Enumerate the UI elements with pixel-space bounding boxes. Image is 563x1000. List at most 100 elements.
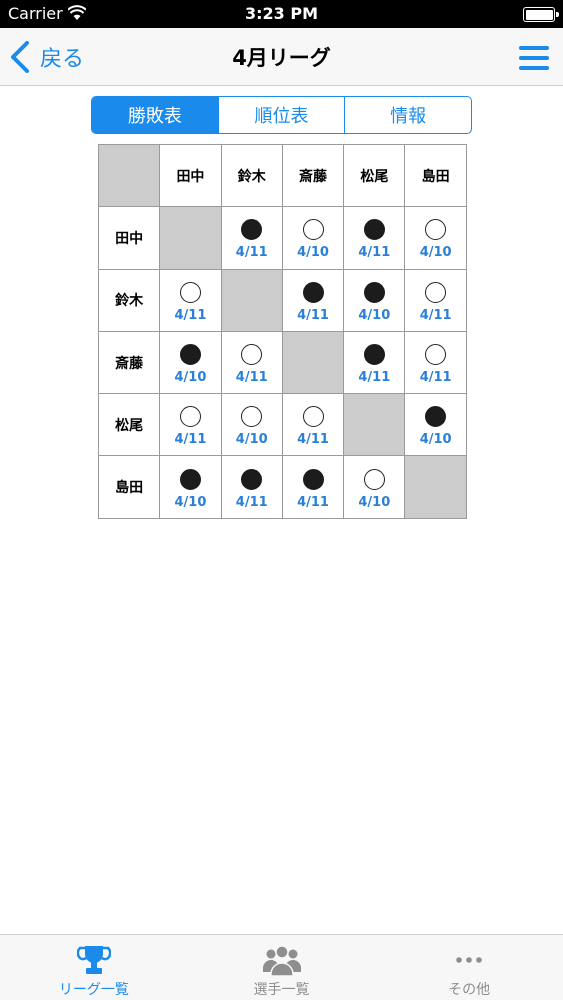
win-mark-icon (425, 281, 447, 303)
match-date: 4/11 (358, 370, 391, 386)
tab-label: 選手一覧 (253, 982, 310, 998)
tab-label: リーグ一覧 (58, 982, 129, 998)
table-row: 斎藤 4/10 4/11 4/11 4/11 (97, 330, 467, 395)
result-cell[interactable]: 4/10 (281, 206, 345, 270)
tab-label: その他 (448, 982, 491, 998)
menu-icon[interactable] (519, 46, 549, 70)
win-mark-icon (302, 219, 324, 241)
win-mark-icon (241, 406, 263, 428)
result-cell[interactable]: 4/11 (159, 393, 222, 457)
match-date: 4/11 (235, 245, 268, 261)
match-date: 4/11 (297, 494, 329, 510)
loss-mark-icon (363, 219, 385, 241)
result-cell[interactable]: 4/11 (159, 268, 222, 332)
result-cell[interactable]: 4/11 (281, 393, 345, 457)
match-date: 4/10 (419, 245, 452, 261)
result-cell[interactable]: 4/11 (404, 268, 467, 332)
match-date: 4/11 (419, 307, 452, 323)
table-row: 松尾 4/11 4/10 4/11 4/10 (97, 393, 467, 457)
match-date: 4/11 (235, 494, 268, 510)
results-table: 田中 鈴木 斎藤 松尾 島田 田中 4/11 4/10 4/11 4/10 鈴木 4/11 4/11 4/… (97, 143, 467, 519)
result-cell[interactable]: 4/10 (404, 206, 467, 270)
win-mark-icon (241, 344, 263, 366)
clock: 3:23 PM (244, 4, 318, 23)
result-cell[interactable]: 4/10 (159, 330, 222, 395)
row-header: 島田 (97, 455, 161, 519)
row-header: 松尾 (97, 393, 161, 457)
result-cell[interactable]: 4/11 (404, 330, 467, 395)
tab-league-list[interactable]: リーグ一覧 (0, 935, 188, 1000)
win-mark-icon (425, 344, 447, 366)
win-mark-icon (302, 406, 324, 428)
loss-mark-icon (425, 406, 447, 428)
result-cell[interactable]: 4/11 (343, 330, 406, 395)
column-header: 松尾 (343, 143, 406, 208)
match-date: 4/11 (419, 370, 452, 386)
row-header: 田中 (97, 206, 161, 270)
self-match-cell (343, 393, 406, 457)
loss-mark-icon (241, 468, 263, 490)
table-row: 鈴木 4/11 4/11 4/10 4/11 (97, 268, 467, 332)
result-cell[interactable]: 4/11 (220, 455, 283, 519)
match-date: 4/11 (358, 245, 391, 261)
segment-results[interactable]: 勝敗表 (92, 97, 218, 133)
self-match-cell (220, 268, 283, 332)
win-mark-icon (425, 219, 447, 241)
match-date: 4/10 (419, 432, 452, 448)
page-title: 4月リーグ (232, 46, 331, 70)
tab-more[interactable]: その他 (375, 935, 563, 1000)
status-bar: Carrier 3:23 PM (0, 0, 563, 28)
match-date: 4/10 (174, 494, 207, 510)
result-cell[interactable]: 4/11 (220, 330, 283, 395)
loss-mark-icon (179, 344, 201, 366)
result-cell[interactable]: 4/10 (404, 393, 467, 457)
loss-mark-icon (302, 281, 324, 303)
result-cell[interactable]: 4/11 (220, 206, 283, 270)
view-segmented-control: 勝敗表 順位表 情報 (91, 96, 472, 134)
tab-player-list[interactable]: 選手一覧 (188, 935, 376, 1000)
table-row: 島田 4/10 4/11 4/11 4/10 (97, 455, 467, 519)
win-mark-icon (363, 468, 385, 490)
loss-mark-icon (302, 468, 324, 490)
loss-mark-icon (363, 281, 385, 303)
row-header: 斎藤 (97, 330, 161, 395)
column-header: 田中 (159, 143, 222, 208)
tab-bar: リーグ一覧 選手一覧 その他 (0, 934, 563, 1000)
loss-mark-icon (241, 219, 263, 241)
battery-icon (523, 7, 559, 22)
match-date: 4/10 (297, 245, 329, 261)
match-date: 4/10 (358, 307, 391, 323)
result-cell[interactable]: 4/10 (343, 268, 406, 332)
more-icon (456, 957, 482, 963)
match-date: 4/11 (174, 307, 207, 323)
self-match-cell (281, 330, 345, 395)
navigation-bar: 戻る 4月リーグ (0, 28, 563, 86)
match-date: 4/10 (235, 432, 268, 448)
win-mark-icon (179, 406, 201, 428)
result-cell[interactable]: 4/11 (281, 455, 345, 519)
result-cell[interactable]: 4/11 (343, 206, 406, 270)
match-date: 4/10 (358, 494, 391, 510)
result-cell[interactable]: 4/10 (159, 455, 222, 519)
result-cell[interactable]: 4/10 (343, 455, 406, 519)
column-header: 斎藤 (281, 143, 345, 208)
result-cell[interactable]: 4/11 (281, 268, 345, 332)
segment-standings[interactable]: 順位表 (217, 97, 345, 133)
segment-info[interactable]: 情報 (344, 97, 471, 133)
win-mark-icon (179, 281, 201, 303)
match-date: 4/11 (297, 432, 329, 448)
column-header: 鈴木 (220, 143, 283, 208)
match-date: 4/11 (297, 307, 329, 323)
loss-mark-icon (179, 468, 201, 490)
corner-cell (97, 143, 161, 208)
group-icon (262, 945, 301, 976)
trophy-icon (76, 946, 111, 974)
table-header-row: 田中 鈴木 斎藤 松尾 島田 (97, 143, 467, 208)
match-date: 4/11 (235, 370, 268, 386)
result-cell[interactable]: 4/10 (220, 393, 283, 457)
match-date: 4/10 (174, 370, 207, 386)
loss-mark-icon (363, 344, 385, 366)
row-header: 鈴木 (97, 268, 161, 332)
match-date: 4/11 (174, 432, 207, 448)
table-row: 田中 4/11 4/10 4/11 4/10 (97, 206, 467, 270)
